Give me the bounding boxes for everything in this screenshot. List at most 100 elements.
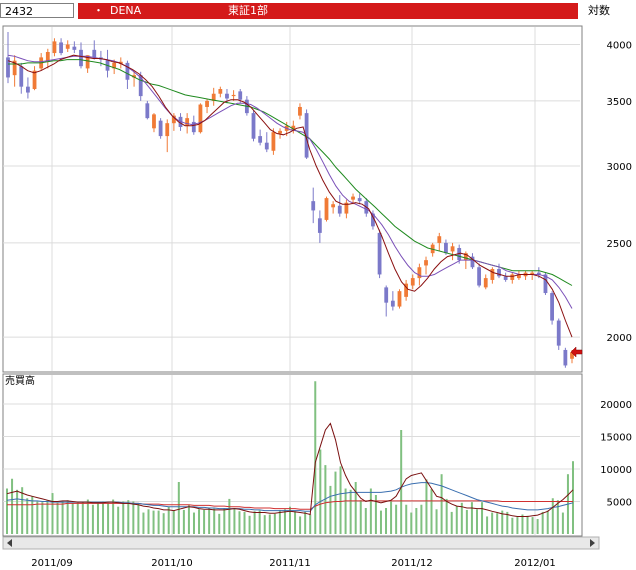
volume-bar: [51, 493, 54, 534]
volume-bar: [400, 430, 403, 534]
volume-tick-label: 5000: [607, 498, 632, 509]
stock-name-bar: [78, 3, 578, 19]
volume-bar: [541, 511, 544, 534]
candle-body: [72, 46, 77, 50]
candle-body: [271, 132, 276, 151]
candle-body: [198, 104, 203, 133]
scrollbar[interactable]: [2, 536, 600, 550]
volume-bar: [364, 508, 367, 534]
volume-bar: [198, 509, 201, 534]
volume-bar: [238, 511, 241, 534]
candle-body: [324, 198, 329, 220]
volume-bar: [430, 489, 433, 534]
date-axis: 2011/09 2011/10 2011/11 2011/12 2012/01: [31, 558, 556, 569]
header-bullet: ・: [93, 4, 104, 17]
candle-body: [424, 260, 428, 266]
volume-bar: [304, 511, 307, 534]
stock-code-field[interactable]: 2432: [0, 3, 74, 18]
candle-body: [218, 89, 223, 94]
candle-body: [45, 51, 50, 61]
volume-bar: [465, 509, 468, 534]
volume-bar: [218, 513, 221, 534]
volume-bar: [354, 482, 357, 534]
date-tick-label: 2011/11: [269, 558, 311, 569]
volume-bar: [551, 498, 554, 534]
volume-bar: [460, 502, 463, 534]
volume-bar: [511, 517, 514, 534]
header-bar: 2432 ・ DENA 東証1部 対数: [0, 0, 636, 22]
volume-bar: [31, 496, 34, 534]
date-tick-label: 2012/01: [514, 558, 556, 569]
candle-body: [258, 136, 263, 143]
volume-tick-label: 20000: [600, 400, 632, 411]
volume-bar: [147, 509, 150, 534]
volume-bar: [299, 516, 302, 534]
volume-bar: [561, 512, 564, 534]
volume-bar: [379, 510, 382, 534]
candle-body: [410, 278, 415, 286]
volume-bar: [309, 514, 312, 534]
volume-bar: [425, 479, 428, 534]
candle-body: [377, 232, 382, 275]
candle-body: [145, 103, 150, 119]
volume-bar: [91, 504, 94, 534]
volume-bar: [481, 502, 484, 534]
volume-bar: [516, 517, 519, 534]
log-scale-toggle[interactable]: 対数: [588, 3, 610, 19]
candle-body: [397, 291, 402, 307]
volume-bar: [248, 515, 251, 534]
candle-body: [165, 123, 170, 137]
volume-bar: [556, 500, 559, 534]
volume-bar: [329, 485, 332, 534]
candle-body: [444, 242, 448, 254]
candle-body: [311, 201, 316, 211]
volume-bar: [263, 515, 266, 534]
candle-body: [450, 246, 455, 252]
volume-bar: [344, 488, 347, 534]
candle-body: [32, 70, 37, 90]
date-tick-label: 2011/12: [391, 558, 433, 569]
candle-body: [238, 91, 243, 100]
volume-bar: [182, 509, 185, 534]
volume-bar: [314, 381, 317, 534]
stock-name: DENA: [110, 4, 142, 17]
volume-bar: [203, 509, 206, 534]
candle-body: [264, 142, 269, 150]
volume-bar: [157, 510, 160, 534]
price-tick-label: 4000: [607, 41, 632, 52]
volume-bar: [61, 500, 64, 534]
candle-body: [390, 300, 395, 307]
candle-body: [337, 205, 342, 214]
volume-bar: [243, 511, 246, 534]
volume-bar: [546, 510, 549, 534]
volume-bar: [278, 509, 281, 534]
price-axis: 4000 3500 3000 2500 2000: [607, 41, 632, 345]
volume-bar: [132, 501, 135, 534]
volume-bar: [334, 471, 337, 534]
volume-bar: [536, 519, 539, 534]
volume-bar: [531, 517, 534, 534]
volume-bar: [11, 478, 14, 534]
candle-body: [477, 267, 482, 286]
volume-bar: [491, 512, 494, 534]
price-panel: [2, 25, 583, 373]
volume-bar: [410, 512, 413, 534]
volume-bar: [506, 511, 509, 534]
volume-bar: [16, 489, 19, 534]
candle-body: [298, 106, 302, 116]
date-tick-label: 2011/10: [151, 558, 193, 569]
volume-bar: [405, 504, 408, 534]
volume-bar: [385, 508, 388, 534]
market-name: 東証1部: [228, 4, 268, 17]
volume-bar: [41, 502, 44, 534]
volume-bar: [71, 503, 74, 534]
candle-body: [490, 269, 495, 280]
volume-bar: [228, 498, 231, 534]
volume-bar: [56, 502, 59, 534]
volume-bar: [107, 502, 110, 534]
volume-bar: [233, 508, 236, 534]
candle-body: [503, 276, 508, 280]
volume-bar: [268, 514, 271, 534]
volume-bar: [486, 516, 489, 534]
volume-bar: [187, 504, 190, 534]
